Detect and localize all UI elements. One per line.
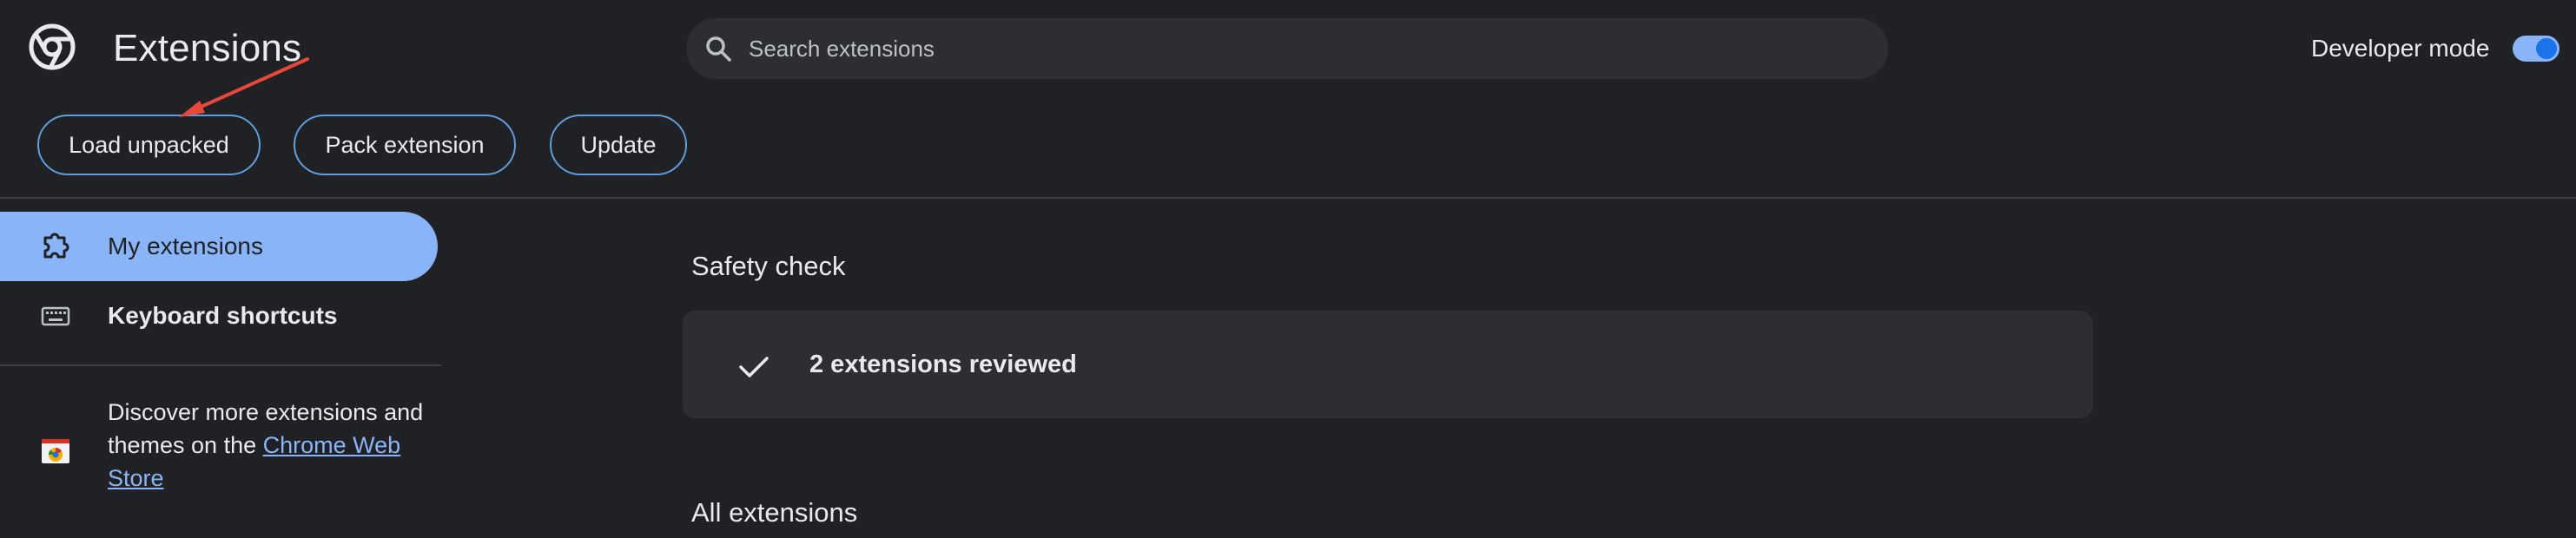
header-divider <box>0 197 2576 199</box>
search-bar[interactable] <box>686 18 1888 79</box>
load-unpacked-button[interactable]: Load unpacked <box>37 115 261 175</box>
sidebar-item-label: Keyboard shortcuts <box>108 302 338 329</box>
developer-mode-label: Developer mode <box>2311 35 2490 62</box>
all-extensions-heading: All extensions <box>691 497 858 528</box>
keyboard-icon <box>38 299 73 333</box>
chrome-web-store-icon <box>38 432 73 467</box>
sidebar-item-label: My extensions <box>108 233 263 259</box>
sidebar-item-my-extensions[interactable]: My extensions <box>0 212 438 281</box>
sidebar-item-keyboard-shortcuts[interactable]: Keyboard shortcuts <box>0 281 438 351</box>
pack-extension-button[interactable]: Pack extension <box>294 115 516 175</box>
web-store-promo: Discover more extensions and themes on t… <box>108 396 438 495</box>
developer-mode-toggle[interactable] <box>2513 36 2559 62</box>
annotation-arrow-icon <box>165 52 321 121</box>
safety-check-status: 2 extensions reviewed <box>809 351 1077 378</box>
safety-check-card: 2 extensions reviewed <box>683 311 2093 418</box>
extensions-page: Extensions Developer mode Load unpacked … <box>0 0 2576 538</box>
safety-check-heading: Safety check <box>691 251 846 281</box>
update-button[interactable]: Update <box>550 115 687 175</box>
checkmark-icon <box>735 347 773 385</box>
chrome-logo-icon <box>28 23 76 71</box>
extension-puzzle-icon <box>38 229 73 264</box>
sidebar-divider <box>0 364 441 366</box>
search-input[interactable] <box>747 22 1836 75</box>
search-icon <box>703 34 733 63</box>
toggle-knob <box>2536 38 2557 59</box>
